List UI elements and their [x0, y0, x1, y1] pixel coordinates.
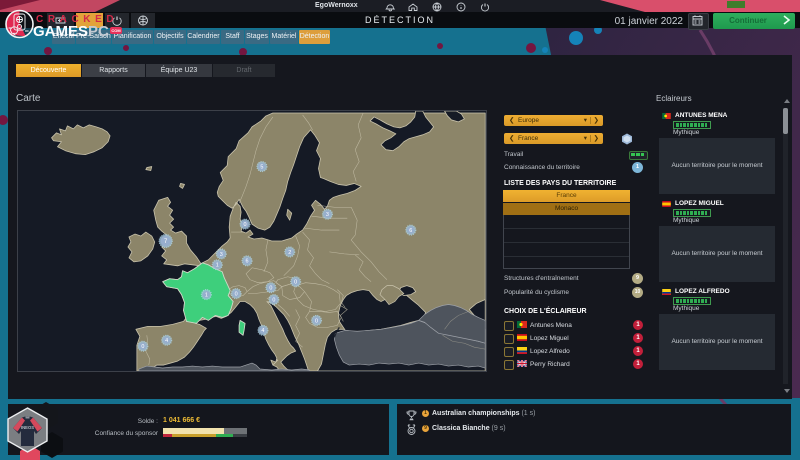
svg-text:0: 0: [244, 222, 247, 228]
svg-text:0: 0: [272, 297, 275, 303]
svg-text:4: 4: [165, 338, 168, 344]
svg-text:3: 3: [220, 252, 223, 258]
svg-text:0: 0: [294, 280, 297, 286]
svg-text:6: 6: [409, 228, 412, 234]
svg-text:2: 2: [288, 250, 291, 256]
svg-text:0: 0: [141, 344, 144, 350]
svg-text:0: 0: [315, 318, 318, 324]
svg-text:6: 6: [246, 259, 249, 265]
svg-text:1: 1: [205, 292, 208, 298]
svg-text:1: 1: [216, 263, 219, 269]
svg-text:3: 3: [326, 212, 329, 218]
svg-text:0: 0: [235, 291, 238, 297]
svg-text:7: 7: [164, 239, 167, 245]
svg-text:INEOS: INEOS: [21, 425, 34, 430]
svg-text:5: 5: [260, 164, 263, 170]
svg-text:4: 4: [261, 328, 264, 334]
svg-text:0: 0: [269, 286, 272, 292]
